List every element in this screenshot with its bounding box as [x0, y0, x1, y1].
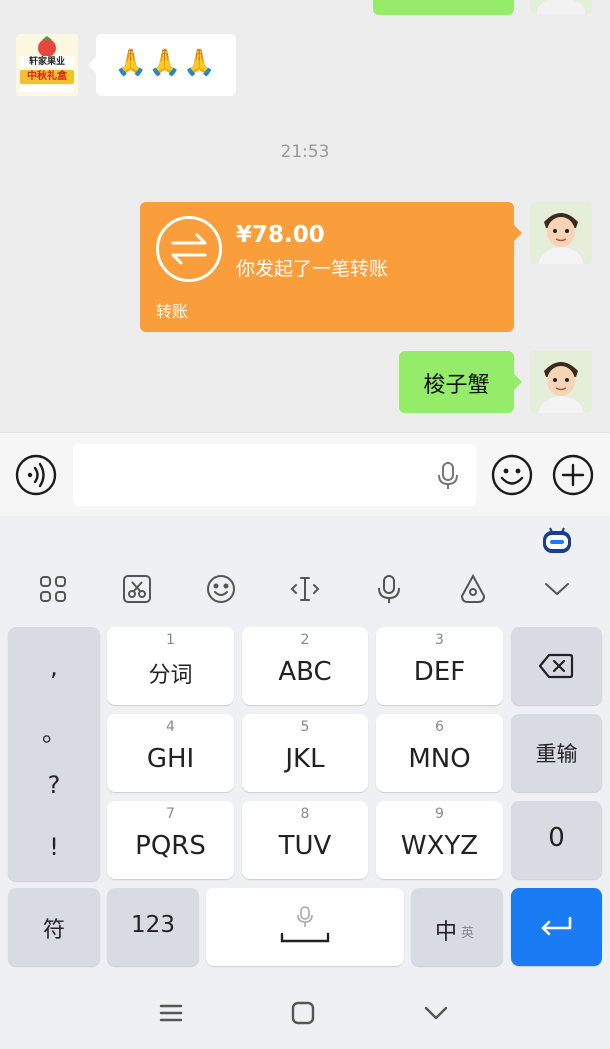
backspace-icon — [538, 653, 574, 679]
transfer-icon — [156, 216, 222, 282]
key-label: 123 — [131, 912, 175, 938]
mic-icon[interactable] — [436, 461, 460, 491]
enter-icon — [541, 916, 572, 936]
transfer-bubble-tail — [514, 225, 522, 241]
key-number: 4 — [166, 719, 175, 735]
space-bar-icon — [280, 932, 330, 943]
message-timestamp: 21:53 — [280, 142, 330, 162]
numeric-key[interactable]: 123 — [107, 888, 199, 966]
input-bar — [0, 432, 610, 516]
language-switch-key[interactable]: 中 英 — [411, 888, 503, 966]
reenter-key[interactable]: 重输 — [511, 714, 602, 792]
outgoing-bubble-tail — [514, 374, 522, 390]
my-avatar[interactable] — [530, 351, 592, 413]
key-1[interactable]: 1 分词 — [107, 627, 234, 705]
outgoing-text-message: 梭子蟹 — [423, 373, 490, 398]
keyboard-assistant-icon[interactable] — [540, 522, 574, 556]
key-label: GHI — [146, 744, 195, 774]
menu-icon[interactable] — [158, 1000, 184, 1026]
contact-avatar-text: 轩家果业 — [28, 57, 65, 67]
clipboard-icon[interactable] — [120, 572, 154, 606]
key-label: TUV — [278, 831, 332, 861]
incoming-bubble-tail — [88, 57, 96, 73]
apps-icon[interactable] — [36, 572, 70, 606]
transfer-card[interactable]: ¥78.00 你发起了一笔转账 转账 — [140, 202, 514, 332]
key-2[interactable]: 2 ABC — [242, 627, 368, 705]
key-3[interactable]: 3 DEF — [376, 627, 503, 705]
key-label: WXYZ — [400, 831, 479, 861]
enter-key[interactable] — [511, 888, 602, 966]
mic-icon — [297, 906, 313, 927]
chat-area[interactable]: 轩家果业 中秋礼盒 🙏🙏🙏 21:53 ¥78.00 你发起了一笔转账 转账 梭… — [0, 0, 610, 432]
key-label: 符 — [42, 918, 65, 943]
lang-sub-label: 英 — [461, 926, 475, 941]
emoji-message-text: 🙏🙏🙏 — [114, 48, 218, 78]
key-label: MNO — [408, 744, 471, 774]
key-6[interactable]: 6 MNO — [376, 714, 503, 792]
emoji-icon[interactable] — [490, 453, 534, 497]
key-number: 1 — [166, 632, 175, 648]
key-5[interactable]: 5 JKL — [242, 714, 368, 792]
smiley-icon[interactable] — [204, 572, 238, 606]
transfer-description: 你发起了一笔转账 — [236, 258, 389, 280]
key-label: DEF — [413, 657, 466, 687]
key-label: 重输 — [535, 742, 578, 766]
key-number: 6 — [435, 719, 444, 735]
handwriting-icon[interactable] — [456, 572, 490, 606]
outgoing-text-bubble[interactable]: 梭子蟹 — [399, 351, 514, 413]
my-avatar[interactable] — [530, 202, 592, 264]
key-8[interactable]: 8 TUV — [242, 801, 368, 879]
lang-main-label: 中 — [435, 920, 458, 945]
contact-avatar[interactable]: 轩家果业 中秋礼盒 — [16, 34, 78, 96]
symbol-key[interactable]: 符 — [8, 888, 100, 966]
punct-exclamation[interactable]: ! — [8, 833, 100, 861]
backspace-key[interactable] — [511, 627, 602, 705]
key-label: JKL — [285, 744, 325, 774]
key-9[interactable]: 9 WXYZ — [376, 801, 503, 879]
key-label: 分词 — [148, 663, 193, 688]
key-number: 9 — [435, 806, 444, 822]
key-0[interactable]: 0 — [511, 801, 602, 879]
key-label: ABC — [278, 657, 332, 687]
my-avatar[interactable] — [530, 0, 592, 14]
previous-outgoing-bubble[interactable] — [373, 0, 514, 15]
punct-question[interactable]: ? — [8, 771, 100, 799]
back-icon[interactable] — [423, 1000, 449, 1026]
collapse-icon[interactable] — [540, 572, 574, 606]
system-nav-bar — [0, 978, 610, 1049]
voice-icon[interactable] — [14, 453, 58, 497]
key-label: 0 — [548, 823, 565, 853]
message-input[interactable] — [73, 444, 476, 506]
punctuation-column[interactable]: , 。 ? ! — [8, 627, 100, 881]
plus-icon[interactable] — [551, 453, 595, 497]
cursor-icon[interactable] — [288, 572, 322, 606]
key-label: PQRS — [135, 831, 206, 861]
home-icon[interactable] — [290, 1000, 316, 1026]
punct-period[interactable]: 。 — [8, 713, 100, 748]
key-number: 8 — [300, 806, 310, 822]
incoming-emoji-bubble[interactable]: 🙏🙏🙏 — [96, 34, 236, 96]
key-number: 3 — [435, 632, 444, 648]
mic-icon[interactable] — [372, 572, 406, 606]
key-number: 7 — [166, 806, 175, 822]
punct-comma[interactable]: , — [8, 653, 100, 681]
contact-avatar-subtext: 中秋礼盒 — [27, 71, 67, 82]
key-7[interactable]: 7 PQRS — [107, 801, 234, 879]
key-number: 2 — [300, 632, 310, 648]
space-key[interactable] — [206, 888, 404, 966]
transfer-label: 转账 — [156, 302, 189, 321]
transfer-amount: ¥78.00 — [236, 222, 325, 248]
key-4[interactable]: 4 GHI — [107, 714, 234, 792]
key-number: 5 — [300, 719, 310, 735]
